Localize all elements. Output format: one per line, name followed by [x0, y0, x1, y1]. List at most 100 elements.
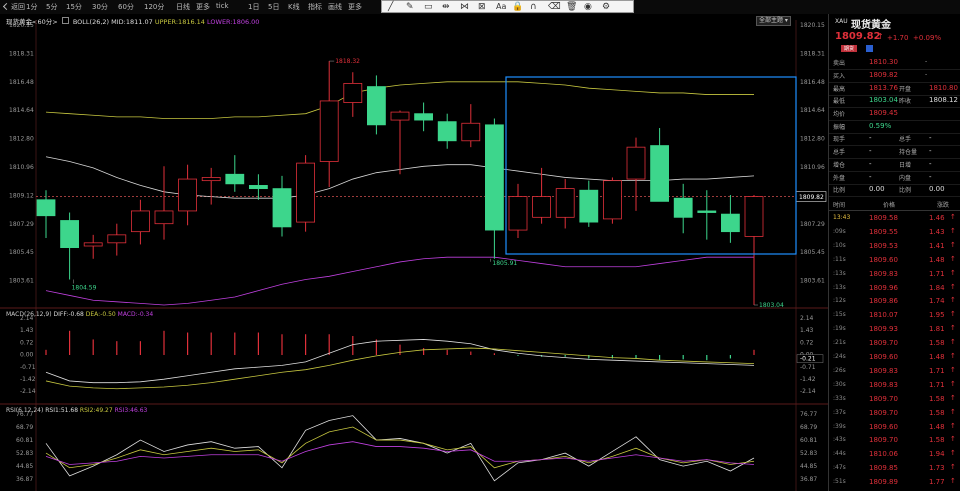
rsi-header-part: RSI3:46.63: [113, 407, 148, 414]
macd-axis-left-label: -1.42: [20, 376, 36, 383]
candle-down[interactable]: [414, 113, 434, 121]
tick-price: 1809.70: [869, 408, 898, 417]
candle-down[interactable]: [673, 197, 693, 218]
tick-price: 1809.89: [869, 478, 898, 487]
tick-change: 1.74: [929, 297, 945, 306]
candle-up[interactable]: [626, 146, 646, 180]
up-arrow-icon: ↑: [950, 407, 956, 416]
macd-axis-left-label: 0.00: [20, 352, 34, 359]
row-divider: [829, 120, 960, 121]
quote-field-value: 0.00: [869, 185, 885, 193]
quote-arrow: ↑: [877, 32, 884, 41]
tick-price: 1809.83: [869, 380, 898, 389]
candle-up[interactable]: [107, 234, 127, 244]
row-divider: [829, 82, 960, 83]
candle-up[interactable]: [83, 242, 103, 247]
quote-symbol-code: XAU: [835, 18, 848, 25]
ticks-header-price: 价格: [883, 202, 896, 209]
up-arrow-icon: ↑: [950, 379, 956, 388]
quote-field-label: 最低: [833, 98, 846, 105]
tick-time: :13s: [833, 283, 846, 291]
quote-field-value: -: [869, 160, 872, 168]
candle-down[interactable]: [60, 220, 79, 249]
candle-up[interactable]: [178, 178, 198, 212]
tick-time: 13:43: [833, 214, 851, 221]
up-arrow-icon: ↑: [950, 240, 956, 249]
macd-axis-left-label: 1.43: [20, 327, 34, 334]
quote-field-label: 现手: [833, 136, 846, 143]
quote-field-value-2: -: [929, 160, 932, 168]
quote-name: 现货黄金: [851, 20, 891, 31]
candle-down[interactable]: [225, 173, 245, 185]
chart-area[interactable]: 1820.15 1820.15 1818.31 1818.31 1816.48 1816.…: [0, 0, 828, 491]
candle-up[interactable]: [343, 82, 363, 103]
quote-field-value: -: [869, 173, 872, 181]
quote-field-value-2: 1808.12: [929, 96, 958, 104]
candle-down[interactable]: [437, 121, 457, 142]
tick-change: 1.58: [929, 408, 945, 417]
candle-down[interactable]: [650, 145, 669, 202]
rsi-header-part: RSI1:51.68: [43, 407, 78, 414]
tick-price: 1809.96: [869, 283, 898, 292]
candle-up[interactable]: [603, 180, 622, 220]
quote-field-value: 1809.82: [869, 71, 898, 79]
price-axis-right-label: 1812.80: [800, 136, 825, 143]
candle-down[interactable]: [579, 189, 599, 223]
up-arrow-icon: ↑: [950, 477, 956, 486]
price-axis-left-label: 1812.80: [9, 136, 34, 143]
rsi-axis-left-label: 44.85: [16, 463, 33, 470]
tick-price: 1809.53: [869, 241, 898, 250]
up-arrow-icon: ↑: [950, 352, 956, 360]
candle-up[interactable]: [130, 210, 150, 233]
candle-down[interactable]: [366, 86, 386, 126]
quote-change: +1.70: [887, 34, 909, 42]
alert-bell-icon[interactable]: [866, 45, 873, 52]
candle-up[interactable]: [319, 100, 339, 162]
quote-price: 1809.82: [835, 31, 881, 42]
price-axis-left-label: 1803.61: [9, 278, 34, 285]
macd-header-part: DEA:-0.50: [84, 311, 116, 318]
price-axis-right-label: 1803.61: [800, 278, 825, 285]
candle-up[interactable]: [744, 196, 764, 237]
tick-change: 1.41: [929, 241, 945, 250]
quote-field-value-2: 0.00: [929, 185, 945, 193]
candle-up[interactable]: [154, 210, 174, 225]
candle-up[interactable]: [201, 177, 221, 182]
price-axis-right-label: 1816.48: [800, 79, 825, 86]
quote-field-value-2: -: [929, 173, 932, 181]
macd-axis-left-label: -2.14: [20, 388, 36, 395]
rsi-axis-left-label: 36.87: [16, 476, 33, 483]
tick-time: :24s: [833, 353, 846, 360]
quote-field-value: -: [869, 147, 872, 155]
tick-change: 1.48: [929, 255, 945, 264]
quote-field-label: 最高: [833, 86, 846, 93]
candle-down[interactable]: [248, 185, 268, 190]
candle-down[interactable]: [721, 213, 740, 233]
candle-down[interactable]: [484, 124, 504, 231]
candle-down[interactable]: [272, 188, 292, 228]
candle-down[interactable]: [697, 210, 717, 213]
tick-price: 1809.83: [869, 269, 898, 278]
price-axis-right-label: 1820.15: [800, 22, 825, 29]
candle-up[interactable]: [555, 188, 575, 218]
tick-price: 1809.60: [869, 422, 898, 431]
quote-field-label-2: 内盘: [899, 175, 912, 182]
candle-up[interactable]: [296, 162, 316, 223]
up-arrow-icon: ↑: [950, 421, 956, 430]
rsi-axis-right-label: 36.87: [800, 476, 817, 483]
quote-field-label-2: 持仓量: [899, 149, 918, 156]
candle-up[interactable]: [508, 196, 528, 231]
tick-time: :33s: [833, 394, 846, 402]
candle-up[interactable]: [532, 196, 551, 218]
candle-down[interactable]: [36, 199, 56, 217]
price-axis-left-label: 1807.29: [9, 221, 34, 228]
tick-time: :39s: [833, 422, 846, 430]
tick-time: :47s: [833, 464, 846, 472]
candle-up[interactable]: [461, 122, 481, 142]
candle-up[interactable]: [390, 111, 410, 121]
up-arrow-icon: ↑: [950, 338, 956, 347]
up-arrow-icon: ↑: [950, 226, 956, 235]
tick-time: :11s: [833, 255, 846, 263]
futures-badge[interactable]: 期货: [841, 45, 858, 52]
quote-change-pct: +0.09%: [913, 34, 942, 42]
